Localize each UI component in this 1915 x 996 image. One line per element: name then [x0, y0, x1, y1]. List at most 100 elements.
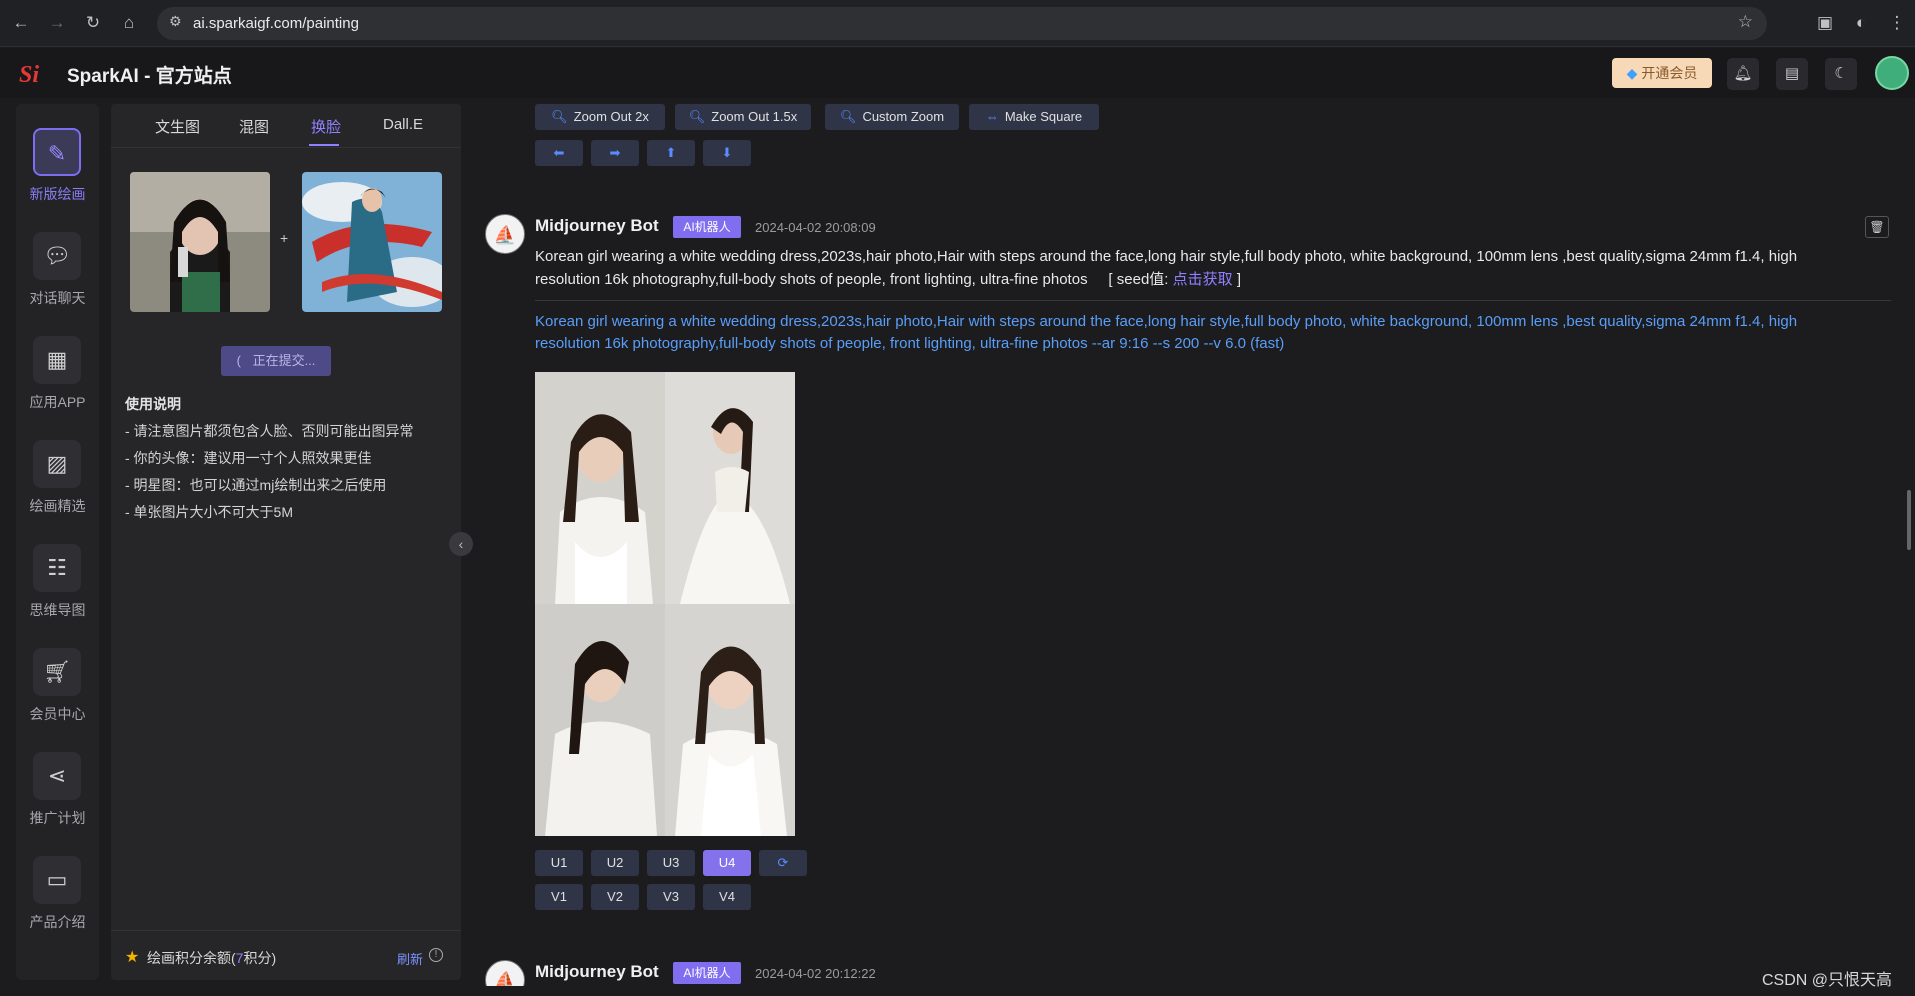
sparkai-logo[interactable]: Si [18, 57, 52, 89]
nav-item-apps[interactable]: ▦ 应用APP [16, 336, 99, 432]
target-image-upload[interactable] [302, 172, 442, 312]
variation-v4-button[interactable]: V4 [703, 884, 751, 910]
full-prompt: Korean girl wearing a white wedding dres… [535, 313, 1798, 352]
vip-button[interactable]: ◆ 开通会员 [1612, 58, 1712, 88]
bot-name: Midjourney Bot [535, 216, 659, 235]
result-photo [665, 372, 795, 604]
sidepanel-icon[interactable]: ▣ [1812, 10, 1838, 36]
result-image-2[interactable] [665, 372, 795, 604]
custom-zoom-button[interactable]: 🔍︎ Custom Zoom [825, 104, 959, 130]
menu-dots-icon[interactable]: ⋮ [1884, 10, 1910, 36]
credits-footer: ★ 绘画积分余额(7积分) 刷新 ! [111, 930, 461, 980]
result-image-1[interactable] [535, 372, 665, 604]
mindmap-icon: ☷ [33, 544, 81, 592]
make-square-button[interactable]: ⇔ Make Square [969, 104, 1099, 130]
zoom-out-2x-button[interactable]: 🔍︎ Zoom Out 2x [535, 104, 665, 130]
nav-item-member[interactable]: 🛒︎ 会员中心 [16, 648, 99, 744]
result-image-3[interactable] [535, 604, 665, 836]
seed-prefix: [ seed值: [1108, 271, 1169, 288]
gift-icon[interactable]: ▤ [1776, 58, 1808, 90]
chat-bubble-icon: 💬︎ [33, 232, 81, 280]
paint-brush-icon: ✎ [33, 128, 81, 176]
nav-item-promote[interactable]: ⋖ 推广计划 [16, 752, 99, 848]
nav-item-mindmap[interactable]: ☷ 思维导图 [16, 544, 99, 640]
result-image-grid[interactable] [535, 372, 795, 836]
nav-item-chat[interactable]: 💬︎ 对话聊天 [16, 232, 99, 328]
button-label: Zoom Out 2x [573, 109, 649, 124]
refresh-link[interactable]: 刷新 [397, 949, 423, 968]
collapse-panel-button[interactable]: ‹ [449, 532, 473, 556]
variation-v3-button[interactable]: V3 [647, 884, 695, 910]
upscale-u4-button[interactable]: U4 [703, 850, 751, 876]
bookmark-star-icon[interactable]: ☆ [1738, 12, 1753, 32]
variation-v2-button[interactable]: V2 [591, 884, 639, 910]
info-icon[interactable]: ! [429, 948, 443, 962]
bot-avatar: ⛵ [485, 214, 525, 254]
diamond-icon: ◆ [1626, 65, 1638, 81]
ai-badge: AI机器人 [673, 216, 741, 238]
result-photo [535, 604, 665, 836]
nav-item-product[interactable]: ▭ 产品介绍 [16, 856, 99, 952]
bell-icon[interactable]: 🔔︎ [1727, 58, 1759, 90]
reload-icon[interactable]: ↻ [80, 10, 106, 36]
avatar-photo [130, 172, 270, 312]
avatar-image-upload[interactable] [130, 172, 270, 312]
share-icon: ⋖ [33, 752, 81, 800]
tab-text-to-image[interactable]: 文生图 [155, 116, 200, 137]
home-icon[interactable]: ⌂ [116, 10, 142, 36]
tab-face-swap[interactable]: 换脸 [311, 116, 341, 137]
usage-line: - 你的头像：建议用一寸个人照效果更佳 [125, 450, 372, 466]
nav-item-label: 新版绘画 [29, 186, 86, 202]
result-photo [665, 604, 795, 836]
get-seed-link[interactable]: 点击获取 [1173, 271, 1233, 288]
nav-item-label: 对话聊天 [29, 290, 86, 306]
usage-title: 使用说明 [125, 396, 181, 412]
button-label: Zoom Out 1.5x [711, 109, 798, 124]
url-text[interactable]: ai.sparkaigf.com/painting [193, 15, 359, 32]
message-feed: 🔍︎ Zoom Out 2x 🔍︎ Zoom Out 1.5x 🔍︎ Custom Z… [473, 104, 1903, 986]
upscale-u3-button[interactable]: U3 [647, 850, 695, 876]
profile-icon[interactable]: ◐ [1848, 10, 1874, 36]
upscale-u2-button[interactable]: U2 [591, 850, 639, 876]
address-bar[interactable]: ⚙ ai.sparkaigf.com/painting ☆ [157, 7, 1767, 40]
upscale-u1-button[interactable]: U1 [535, 850, 583, 876]
result-photo [535, 372, 665, 604]
user-avatar[interactable] [1875, 56, 1909, 90]
submit-button-label: 正在提交... [252, 353, 316, 368]
nav-item-label: 会员中心 [29, 706, 86, 722]
page-scrollbar[interactable] [1907, 490, 1911, 550]
usage-line: - 请注意图片都须包含人脸、否则可能出图异常 [125, 423, 414, 439]
button-label: Custom Zoom [862, 109, 945, 124]
app-title: SparkAI - 官方站点 [67, 66, 232, 87]
zoom-out-1-5x-button[interactable]: 🔍︎ Zoom Out 1.5x [675, 104, 811, 130]
tab-dalle[interactable]: Dall.E [383, 116, 423, 133]
pan-down-button[interactable]: ⬇ [703, 140, 751, 166]
grid-icon: ▦ [33, 336, 81, 384]
moon-icon[interactable]: ☾ [1825, 58, 1857, 90]
usage-line: - 单张图片大小不可大于5M [125, 504, 293, 520]
message-prompt: Korean girl wearing a white wedding dres… [535, 245, 1835, 291]
browser-toolbar: ← → ↻ ⌂ ⚙ ai.sparkaigf.com/painting ☆ ▣ … [0, 0, 1915, 47]
button-label: Make Square [1004, 109, 1083, 124]
result-image-4[interactable] [665, 604, 795, 836]
bot-avatar: ⛵ [485, 960, 525, 986]
nav-item-gallery[interactable]: ▨ 绘画精选 [16, 440, 99, 536]
nav-item-painting[interactable]: ✎ 新版绘画 [16, 128, 99, 224]
app-header: Si SparkAI - 官方站点 ◆ 开通会员 🔔︎ ▤ ☾ [0, 48, 1915, 98]
pan-right-button[interactable]: ➡ [591, 140, 639, 166]
delete-icon[interactable]: 🗑︎ [1865, 216, 1889, 238]
pan-left-button[interactable]: ⬅ [535, 140, 583, 166]
svg-text:Si: Si [19, 62, 39, 88]
back-icon[interactable]: ← [8, 10, 34, 36]
pan-up-button[interactable]: ⬆ [647, 140, 695, 166]
reroll-icon[interactable]: ⟳ [759, 850, 807, 876]
watermark: CSDN @只恨天高 [1762, 972, 1893, 989]
site-settings-icon[interactable]: ⚙ [169, 13, 182, 30]
plus-sign: + [280, 230, 289, 246]
tab-blend[interactable]: 混图 [239, 116, 269, 137]
submit-button[interactable]: ( 正在提交... [221, 346, 331, 376]
sidebar-nav: ✎ 新版绘画 💬︎ 对话聊天 ▦ 应用APP ▨ 绘画精选 ☷ 思维导图 🛒︎ … [16, 104, 99, 980]
forward-icon[interactable]: → [44, 10, 70, 36]
panel-tabs: 文生图 混图 换脸 Dall.E [111, 104, 461, 148]
variation-v1-button[interactable]: V1 [535, 884, 583, 910]
